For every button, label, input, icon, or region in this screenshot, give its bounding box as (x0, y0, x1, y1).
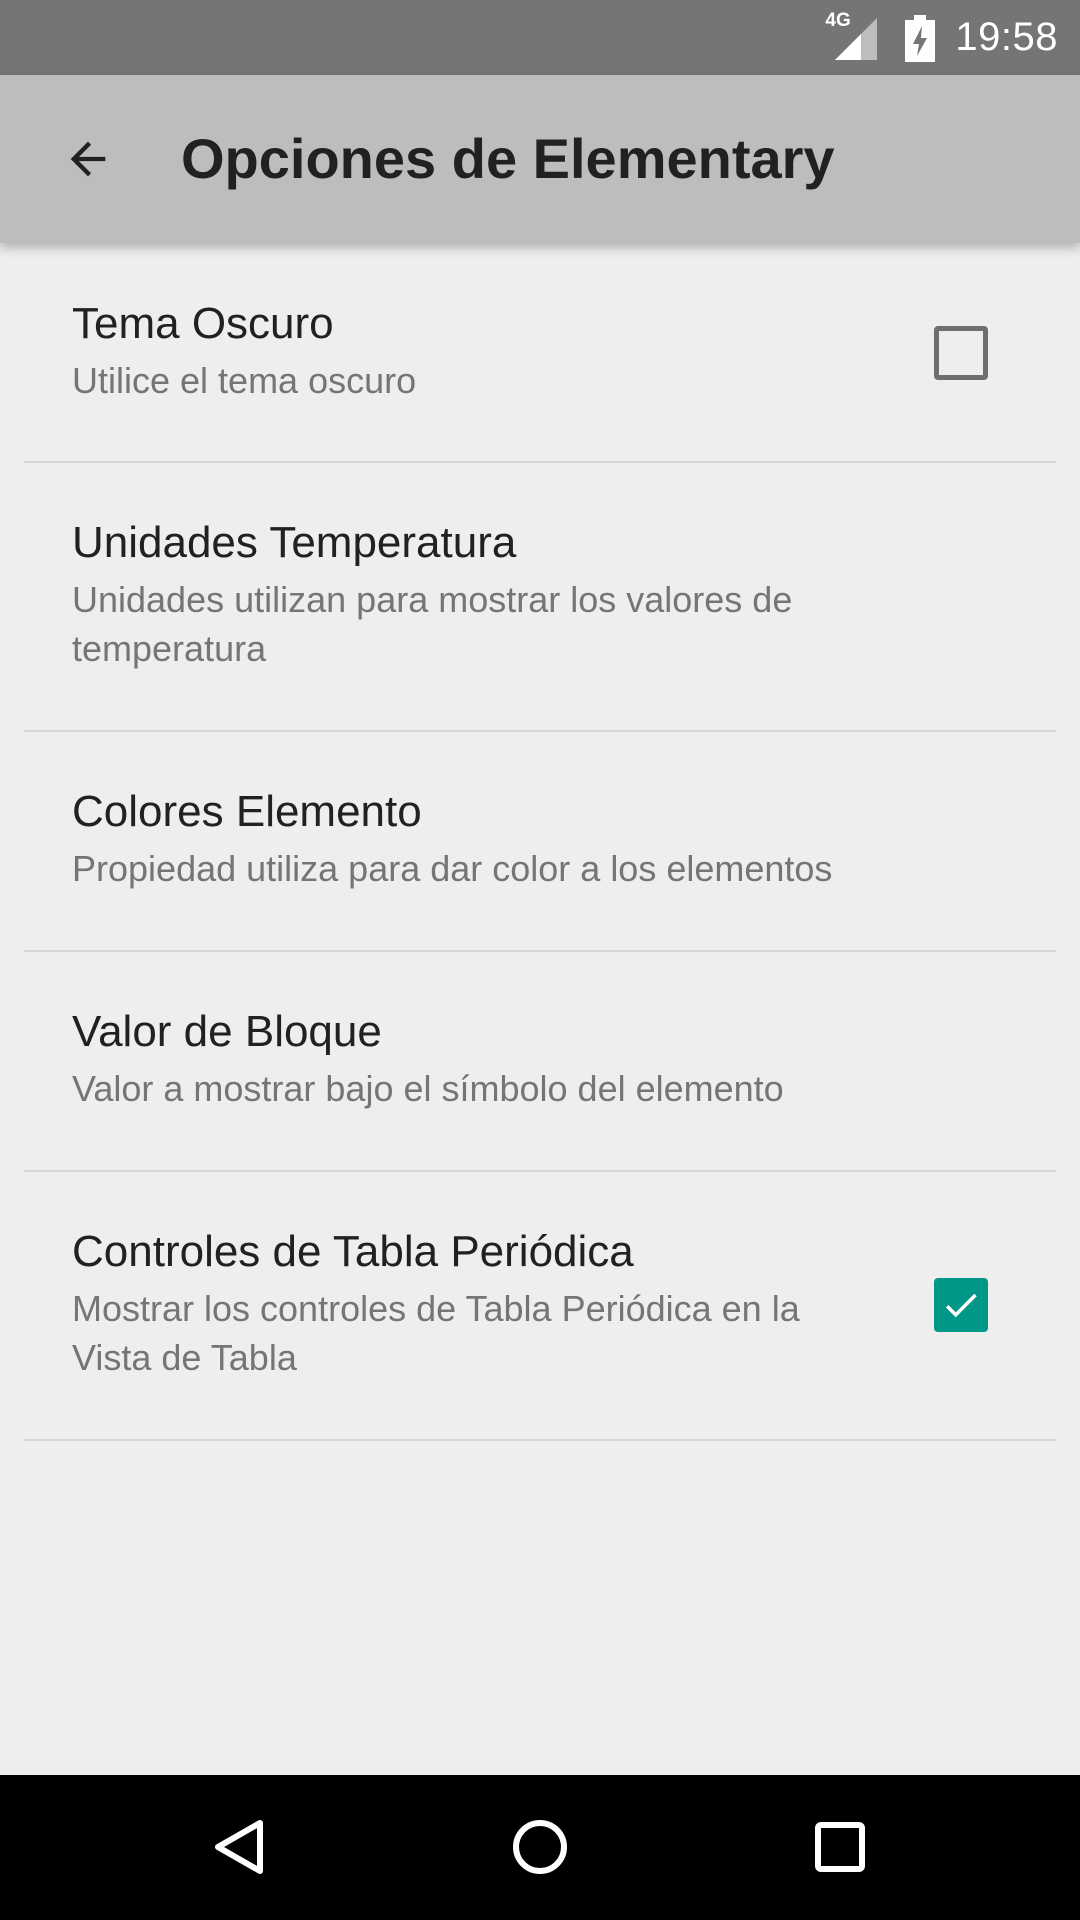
pref-summary: Propiedad utiliza para dar color a los e… (72, 848, 833, 889)
back-button[interactable] (48, 119, 128, 199)
page-title: Opciones de Elementary (181, 127, 835, 190)
nav-recents-button[interactable] (790, 1797, 890, 1897)
preferences-list: Tema Oscuro Utilice el tema oscuro Unida… (0, 243, 1080, 1441)
app-bar: Opciones de Elementary (0, 75, 1080, 243)
status-bar: 4G 19:58 (0, 0, 1080, 75)
pref-summary: Unidades utilizan para mostrar los valor… (72, 579, 793, 669)
status-clock: 19:58 (955, 15, 1058, 59)
status-icons: 4G 19:58 (825, 0, 1058, 75)
pref-title: Controles de Tabla Periódica (72, 1227, 634, 1276)
recents-square-icon (815, 1822, 865, 1872)
home-circle-icon (513, 1820, 567, 1874)
signal-indicator: 4G (825, 10, 881, 62)
battery-icon (905, 14, 936, 62)
pref-summary: Mostrar los controles de Tabla Periódica… (72, 1288, 800, 1378)
periodic-controls-checkbox[interactable] (934, 1278, 988, 1332)
pref-valor-de-bloque[interactable]: Valor de Bloque Valor a mostrar bajo el … (0, 952, 1080, 1170)
pref-title: Colores Elemento (72, 787, 422, 836)
pref-controles-tabla-periodica[interactable]: Controles de Tabla Periódica Mostrar los… (0, 1172, 1080, 1439)
pref-summary: Valor a mostrar bajo el símbolo del elem… (72, 1068, 784, 1109)
nav-back-button[interactable] (190, 1797, 290, 1897)
pref-unidades-temperatura[interactable]: Unidades Temperatura Unidades utilizan p… (0, 463, 1080, 730)
pref-colores-elemento[interactable]: Colores Elemento Propiedad utiliza para … (0, 732, 1080, 950)
pref-summary: Utilice el tema oscuro (72, 360, 417, 401)
back-triangle-icon (215, 1820, 263, 1874)
arrow-back-icon (70, 141, 106, 177)
pref-title: Unidades Temperatura (72, 518, 517, 567)
pref-title: Valor de Bloque (72, 1007, 382, 1056)
check-icon (945, 1293, 977, 1318)
pref-title: Tema Oscuro (72, 299, 334, 348)
dark-theme-checkbox[interactable] (934, 326, 988, 380)
nav-home-button[interactable] (490, 1797, 590, 1897)
navigation-bar (0, 1775, 1080, 1920)
pref-tema-oscuro[interactable]: Tema Oscuro Utilice el tema oscuro (0, 243, 1080, 461)
signal-icon (835, 17, 878, 60)
divider (24, 1439, 1056, 1441)
